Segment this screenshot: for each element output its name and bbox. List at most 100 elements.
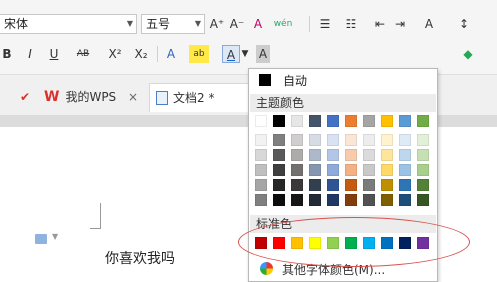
font-name-select[interactable]: 宋体 ▼ [0,14,137,34]
theme-shade-swatch[interactable] [327,149,339,161]
fill-color-button[interactable]: ◆ [460,45,476,63]
chevron-down-icon: ▼ [194,19,201,28]
font-color-glyph: A [226,48,236,62]
theme-shade-swatch[interactable] [273,164,285,176]
theme-shade-swatch[interactable] [327,164,339,176]
theme-color-swatch[interactable] [273,115,285,127]
chevron-down-icon: ▼ [126,19,133,28]
theme-shade-swatch[interactable] [291,194,303,206]
theme-color-swatch[interactable] [291,115,303,127]
shrink-font-button[interactable]: A⁻ [228,15,246,33]
margin-corner-mark [90,203,101,229]
theme-shade-swatch[interactable] [309,179,321,191]
auto-color-label: 自动 [283,74,308,88]
bold-button[interactable]: B [0,45,15,63]
theme-shade-swatch[interactable] [399,149,411,161]
font-size-value: 五号 [146,17,171,31]
theme-shade-swatch[interactable] [273,179,285,191]
theme-shade-swatch[interactable] [417,194,429,206]
theme-shade-swatch[interactable] [255,194,267,206]
theme-shade-swatch[interactable] [381,149,393,161]
theme-color-swatch[interactable] [363,115,375,127]
theme-shade-swatch[interactable] [255,164,267,176]
phonetic-guide-button[interactable]: wén [270,15,296,33]
theme-shade-swatch[interactable] [363,179,375,191]
underline-button[interactable]: U [46,45,62,63]
theme-shade-swatch[interactable] [363,164,375,176]
theme-shade-swatch[interactable] [363,134,375,146]
clear-format-button[interactable]: A [250,15,266,33]
theme-shade-swatch[interactable] [381,134,393,146]
pin-icon[interactable]: ✔ [20,83,30,111]
char-shading-button[interactable]: A [256,45,270,63]
tab-document-2[interactable]: 文档2 * [149,83,249,112]
text-effect-button[interactable]: A [420,15,438,33]
superscript-button[interactable]: X² [106,45,124,63]
theme-shade-swatch[interactable] [273,194,285,206]
subscript-button[interactable]: X₂ [132,45,150,63]
tab-label: 文档2 * [173,91,215,105]
theme-shade-swatch[interactable] [363,194,375,206]
grow-font-button[interactable]: A⁺ [208,15,226,33]
theme-shade-swatch[interactable] [327,134,339,146]
theme-shade-swatch[interactable] [399,134,411,146]
theme-shade-swatch[interactable] [309,149,321,161]
numbering-button[interactable]: ☷ [342,15,360,33]
highlight-button[interactable]: ab [189,45,209,63]
font-color-button[interactable]: A [222,45,240,63]
theme-color-swatch[interactable] [381,115,393,127]
theme-color-swatch[interactable] [417,115,429,127]
theme-color-swatch[interactable] [345,115,357,127]
theme-shade-swatch[interactable] [417,149,429,161]
theme-shade-swatch[interactable] [417,179,429,191]
theme-shade-swatch[interactable] [345,164,357,176]
theme-shade-swatch[interactable] [255,179,267,191]
theme-shade-swatch[interactable] [309,134,321,146]
text-outline-button[interactable]: A [163,45,179,63]
close-icon[interactable]: × [128,90,138,104]
auto-color-option[interactable]: 自动 [250,70,436,90]
theme-shade-swatch[interactable] [273,134,285,146]
theme-shade-swatch[interactable] [345,134,357,146]
theme-shade-swatch[interactable] [273,149,285,161]
theme-color-swatch[interactable] [327,115,339,127]
theme-shade-swatch[interactable] [345,194,357,206]
theme-shade-swatch[interactable] [381,164,393,176]
theme-shade-swatch[interactable] [255,134,267,146]
theme-shade-swatch[interactable] [399,179,411,191]
theme-shade-swatch[interactable] [417,164,429,176]
theme-shade-swatch[interactable] [309,194,321,206]
chevron-down-icon[interactable]: ▼ [241,45,249,63]
theme-shade-swatch[interactable] [327,194,339,206]
ribbon-toolbar: 宋体 ▼ 五号 ▼ A⁺ A⁻ A wén ☰ ☷ ⇤ ⇥ A ↕ B I U … [0,0,497,75]
theme-shade-swatch[interactable] [291,179,303,191]
theme-shade-swatch[interactable] [309,164,321,176]
theme-shade-swatch[interactable] [399,164,411,176]
sort-button[interactable]: ↕ [455,15,473,33]
theme-color-swatch[interactable] [255,115,267,127]
strikethrough-button[interactable]: AB [73,45,93,63]
theme-shade-swatch[interactable] [381,179,393,191]
paste-options-icon[interactable] [35,234,47,244]
chevron-down-icon[interactable]: ▼ [52,232,58,241]
theme-shade-swatch[interactable] [291,134,303,146]
font-size-select[interactable]: 五号 ▼ [141,14,205,34]
theme-shade-swatch[interactable] [291,164,303,176]
theme-shade-swatch[interactable] [327,179,339,191]
tab-my-wps[interactable]: W 我的WPS × [44,83,144,111]
theme-shade-swatch[interactable] [255,149,267,161]
document-text[interactable]: 你喜欢我吗 [105,248,175,268]
bullets-button[interactable]: ☰ [316,15,334,33]
theme-color-swatch[interactable] [399,115,411,127]
theme-shade-swatch[interactable] [291,149,303,161]
italic-button[interactable]: I [22,45,38,63]
indent-button[interactable]: ⇥ [392,15,408,33]
theme-shade-swatch[interactable] [381,194,393,206]
theme-shade-swatch[interactable] [399,194,411,206]
theme-shade-swatch[interactable] [345,179,357,191]
theme-color-swatch[interactable] [309,115,321,127]
theme-shade-swatch[interactable] [345,149,357,161]
outdent-button[interactable]: ⇤ [372,15,388,33]
theme-shade-swatch[interactable] [363,149,375,161]
theme-shade-swatch[interactable] [417,134,429,146]
